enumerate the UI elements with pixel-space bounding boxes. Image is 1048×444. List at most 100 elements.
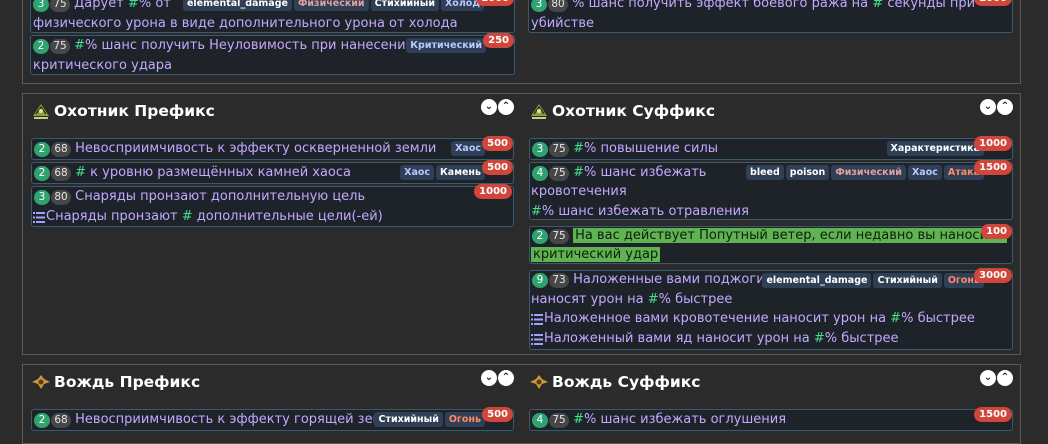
mod-text: Снаряды пронзают дополнительную цель (75, 189, 366, 204)
hunter-emblem-icon (531, 104, 547, 119)
mod-text: Наложенные вами поджоги (573, 272, 765, 287)
mod-burning-ground[interactable]: 2 68 Невосприимчивость к эффекту горящей … (31, 407, 514, 431)
mod-onslaught-on-kill[interactable]: 3 80 % шанс получить эффект боевого ража … (528, 0, 1013, 33)
tag: Физический (831, 165, 906, 180)
mod-avoid-bleed-poison[interactable]: 4 75 #% шанс избежать кровотечения #% шан… (529, 160, 1013, 220)
weight-badge: 250 (483, 33, 514, 48)
tag: Хаос (400, 165, 435, 180)
mod-chaos-gem-level[interactable]: 2 68 # к уровню размещённых камней хаоса … (31, 160, 514, 184)
mod-tailwind[interactable]: 2 75 На вас действует Попутный ветер, есл… (529, 224, 1013, 264)
warlord-suffix-panel: Вождь Суффикс ⌄ ⌃ 4 75 #% шанс избежать о… (529, 369, 1013, 439)
tier-badge: 4 (532, 412, 548, 428)
tier-badge: 2 (532, 228, 548, 244)
expand-toggle[interactable]: ⌄ (481, 370, 497, 386)
hunter-suffix-panel: Охотник Суффикс ⌄ ⌃ 3 75 #% повышение сил… (529, 98, 1013, 350)
level-badge: 75 (50, 0, 70, 12)
mod-cold-conversion[interactable]: 3 75 Дарует #% от физического урона в вид… (30, 0, 515, 33)
mod-text-line2: убийстве (531, 16, 594, 31)
sub-mod: Снаряды пронзают # дополнительные цели(-… (33, 207, 513, 228)
tier-badge: 2 (33, 38, 49, 54)
level-badge: 80 (548, 0, 568, 12)
mod-text: #% шанс получить Неуловимость при нанесе… (74, 38, 415, 53)
tier-badge: 3 (532, 141, 548, 157)
panel-header: Охотник Суффикс ⌄ ⌃ (529, 98, 1013, 124)
collapse-toggle[interactable]: ⌃ (498, 99, 514, 115)
level-badge: 68 (51, 165, 71, 181)
expand-toggle[interactable]: ⌄ (481, 99, 497, 115)
tag: Стихийный (374, 412, 443, 427)
mod-text: Дарует #% от (74, 0, 171, 11)
level-badge: 75 (549, 141, 569, 157)
mod-text: #% повышение силы (573, 141, 719, 156)
mod-text: #% шанс избежать (573, 165, 707, 180)
tag: elemental_damage (182, 0, 292, 11)
mod-text-line2: наносят урон на #% быстрее (531, 292, 733, 307)
mod-text: # к уровню размещённых камней хаоса (75, 165, 351, 180)
tag: Характеристика (886, 141, 984, 156)
mod-text-highlighted: На вас действует Попутный ветер, если не… (573, 228, 1007, 243)
panel-header: Вождь Суффикс ⌄ ⌃ (529, 369, 1013, 395)
section-warlord: Вождь Префикс ⌄ ⌃ 2 68 Невосприимчивость … (22, 364, 1021, 444)
mod-desecrated-ground[interactable]: 2 68 Невосприимчивость к эффекту оскверне… (31, 136, 514, 160)
mod-text: % шанс получить эффект боевого ража на #… (572, 0, 976, 11)
tag: Огонь (444, 412, 485, 427)
level-badge: 75 (549, 412, 569, 428)
weight-badge: 500 (482, 136, 513, 151)
weight-badge: 1000 (974, 136, 1012, 151)
level-badge: 75 (50, 38, 70, 54)
weight-badge: 500 (482, 160, 513, 175)
mod-projectile-pierce[interactable]: 3 80 Снаряды пронзают дополнительную цель… (31, 184, 514, 228)
mod-increased-strength[interactable]: 3 75 #% повышение силы Характеристика 100… (529, 136, 1013, 160)
mod-text: Невосприимчивость к эффекту оскверненной… (75, 141, 437, 156)
tag: Критический (406, 38, 486, 53)
mod-elusive-on-crit[interactable]: 2 75 #% шанс получить Неуловимость при на… (30, 33, 515, 75)
warlord-emblem-icon (32, 375, 50, 389)
tag: Стихийный (370, 0, 439, 11)
tier-badge: 4 (532, 165, 548, 181)
level-badge: 68 (51, 141, 71, 157)
weight-badge: 100 (981, 224, 1012, 239)
weight-badge: 1000 (974, 0, 1012, 6)
weight-badge: 1500 (974, 407, 1012, 422)
hunter-prefix-panel: Охотник Префикс ⌄ ⌃ 2 68 Невосприимчивост… (31, 98, 514, 348)
tag: bleed (746, 165, 784, 180)
level-badge: 75 (549, 165, 569, 181)
weight-badge: 1000 (474, 184, 512, 199)
list-icon (33, 211, 45, 223)
level-badge: 75 (549, 228, 569, 244)
weight-badge: 3000 (974, 268, 1012, 283)
mod-faster-ailments[interactable]: 9 73 Наложенные вами поджоги наносят урон… (529, 268, 1013, 350)
collapse-toggle[interactable]: ⌃ (997, 99, 1013, 115)
panel-title: Вождь Префикс (54, 373, 201, 391)
collapse-toggle[interactable]: ⌃ (997, 370, 1013, 386)
mod-text: Невосприимчивость к эффекту горящей земл… (75, 412, 400, 427)
collapse-toggle[interactable]: ⌃ (498, 370, 514, 386)
tier-badge: 2 (34, 412, 50, 428)
tag: Хаос (451, 141, 485, 156)
weight-badge: 500 (482, 407, 513, 422)
tier-badge: 2 (34, 141, 50, 157)
weight-badge: 1000 (476, 0, 514, 6)
list-icon (531, 313, 543, 325)
mod-text: #% шанс избежать оглушения (573, 412, 787, 427)
tier-badge: 3 (33, 0, 49, 12)
weight-badge: 1500 (974, 160, 1012, 175)
panel-title: Вождь Суффикс (552, 373, 701, 391)
tag: Физический (293, 0, 369, 11)
mod-text-line2-highlighted: критический удар (531, 247, 661, 262)
warlord-prefix-panel: Вождь Префикс ⌄ ⌃ 2 68 Невосприимчивость … (31, 369, 514, 439)
level-badge: 80 (51, 189, 71, 205)
tier-badge: 9 (532, 272, 548, 288)
hunter-emblem-icon (33, 104, 49, 119)
tag: poison (785, 165, 830, 180)
list-icon (531, 333, 543, 345)
section-top: 3 75 Дарует #% от физического урона в вид… (22, 0, 1021, 84)
sub-mod: Наложенное вами кровотечение наносит уро… (531, 309, 1012, 330)
section-hunter: Охотник Префикс ⌄ ⌃ 2 68 Невосприимчивост… (22, 93, 1021, 355)
mod-avoid-stun[interactable]: 4 75 #% шанс избежать оглушения 1500 (529, 407, 1013, 431)
expand-toggle[interactable]: ⌄ (980, 370, 996, 386)
mod-text-line2: кровотечения (531, 184, 627, 199)
expand-toggle[interactable]: ⌄ (980, 99, 996, 115)
tag: Стихийный (873, 273, 942, 288)
panel-title: Охотник Суффикс (552, 102, 716, 120)
